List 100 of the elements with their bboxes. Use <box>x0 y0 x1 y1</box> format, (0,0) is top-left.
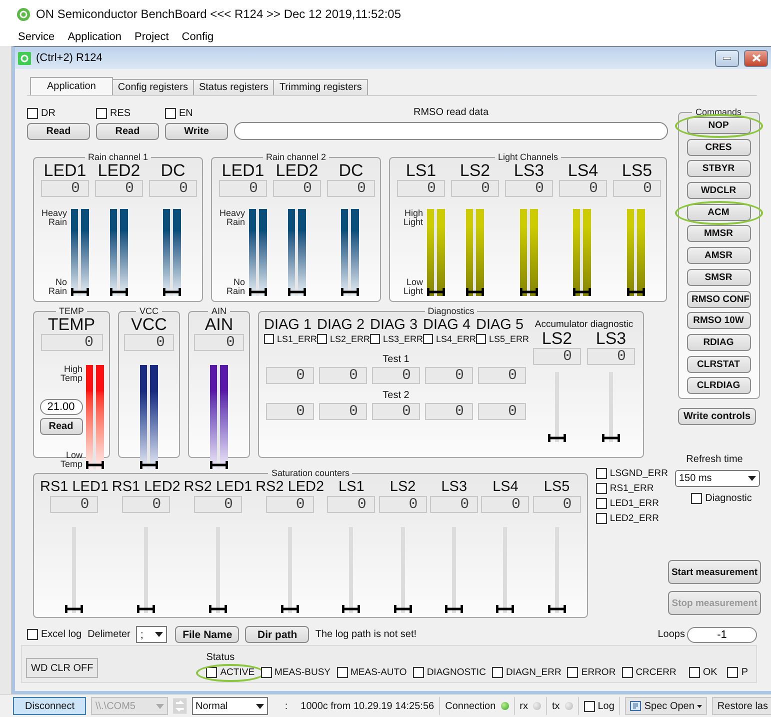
checkbox[interactable] <box>264 334 274 344</box>
checkbox[interactable] <box>412 667 424 678</box>
register-button[interactable]: Write <box>165 123 228 140</box>
checkbox[interactable] <box>336 667 348 678</box>
command-button[interactable]: AMSR <box>686 247 750 264</box>
command-button[interactable]: STBYR <box>686 160 750 178</box>
slider-handle[interactable] <box>466 288 484 296</box>
checkbox[interactable] <box>27 629 38 640</box>
spec-open-button[interactable]: Spec Open <box>625 697 708 715</box>
menu-item[interactable]: Project <box>134 31 169 43</box>
checkbox[interactable] <box>165 108 176 119</box>
checkbox[interactable] <box>96 108 107 119</box>
checkbox[interactable] <box>596 468 607 479</box>
channel-label: VCC <box>131 316 167 334</box>
checkbox[interactable] <box>584 700 595 712</box>
slider-handle[interactable] <box>65 605 84 613</box>
slider-handle[interactable] <box>548 605 566 613</box>
refresh-dropdown[interactable]: 150 ms <box>675 470 760 487</box>
slider-handle[interactable] <box>280 605 299 613</box>
slider-handle[interactable] <box>427 288 445 296</box>
slider-handle[interactable] <box>110 288 128 296</box>
mode-dropdown[interactable]: Normal <box>192 697 268 715</box>
command-button[interactable]: CLRSTAT <box>686 356 750 373</box>
channel-label: LS2 <box>390 478 416 496</box>
restore-button[interactable]: Restore las <box>712 697 771 715</box>
checkbox[interactable] <box>596 513 607 524</box>
register-button[interactable]: Read <box>27 123 90 140</box>
menu-item[interactable]: Service <box>18 31 55 43</box>
slider-handle[interactable] <box>520 288 538 296</box>
temperature-field[interactable]: 21.00 <box>40 399 82 415</box>
lcd-display: 0 <box>41 180 89 197</box>
tab[interactable]: Status registers <box>192 79 274 95</box>
dropdown-arrow-icon <box>748 476 756 481</box>
command-button[interactable]: SMSR <box>686 268 750 286</box>
slider-handle[interactable] <box>602 434 620 442</box>
checkbox[interactable] <box>596 483 607 494</box>
slider-handle[interactable] <box>86 461 104 469</box>
command-button[interactable]: NOP <box>686 117 750 134</box>
log-button[interactable]: Dir path <box>245 626 310 643</box>
checkbox[interactable] <box>691 493 702 504</box>
checkbox[interactable] <box>27 108 38 119</box>
slider-handle[interactable] <box>627 288 646 296</box>
slider-handle[interactable] <box>163 288 182 296</box>
command-button[interactable]: RDIAG <box>686 334 750 351</box>
menu-item[interactable]: Application <box>68 31 122 43</box>
wd-clr-button[interactable]: WD CLR OFF <box>26 658 98 678</box>
checkbox[interactable] <box>317 334 327 344</box>
slider-handle[interactable] <box>71 288 89 296</box>
close-button[interactable] <box>744 50 768 66</box>
slider-handle[interactable] <box>249 288 267 296</box>
checkbox[interactable] <box>206 667 218 678</box>
minimize-button[interactable] <box>715 50 739 66</box>
checkbox[interactable] <box>492 667 503 678</box>
slider-handle[interactable] <box>548 434 566 442</box>
write-controls-button[interactable]: Write controls <box>678 408 756 425</box>
register-button[interactable]: Read <box>96 123 159 140</box>
window-icon <box>18 52 31 64</box>
read-button[interactable]: Read <box>40 418 82 435</box>
rmso-data-field[interactable] <box>234 122 668 140</box>
tab[interactable]: Application <box>30 77 113 95</box>
checkbox[interactable] <box>370 334 380 344</box>
slider-handle[interactable] <box>137 605 156 613</box>
slider-handle[interactable] <box>208 605 227 613</box>
log-button[interactable]: File Name <box>175 626 240 643</box>
slider-handle[interactable] <box>573 288 592 296</box>
checkbox[interactable] <box>260 667 272 678</box>
checkbox[interactable] <box>423 334 433 344</box>
measurement-button[interactable]: Start measurement <box>668 560 761 584</box>
slider-handle[interactable] <box>496 605 514 613</box>
slider-handle[interactable] <box>445 605 464 613</box>
lcd-display: 0 <box>481 496 530 513</box>
delimiter-dropdown[interactable]: ; <box>136 626 168 643</box>
checkbox[interactable] <box>567 667 578 678</box>
checkbox[interactable] <box>688 667 700 678</box>
tab[interactable]: Config registers <box>112 79 194 95</box>
channel-label: LS1 <box>406 162 436 180</box>
checkbox[interactable] <box>727 667 738 678</box>
slider-handle[interactable] <box>342 605 360 613</box>
checkbox[interactable] <box>622 667 633 678</box>
menu-item[interactable]: Config <box>182 31 214 43</box>
slider-handle[interactable] <box>288 288 306 296</box>
tab[interactable]: Trimming registers <box>273 79 368 95</box>
lcd-display: 0 <box>40 334 102 351</box>
command-button[interactable]: CRES <box>686 138 750 156</box>
dropdown-arrow-icon <box>256 704 264 708</box>
command-button[interactable]: ACM <box>686 204 750 221</box>
slider-handle[interactable] <box>341 288 360 296</box>
loops-field[interactable]: -1 <box>687 626 757 642</box>
checkbox[interactable] <box>596 498 607 509</box>
disconnect-button[interactable]: Disconnect <box>13 697 86 715</box>
slider-handle[interactable] <box>140 461 158 469</box>
lcd-display: 0 <box>533 348 581 365</box>
checkbox[interactable] <box>476 334 486 344</box>
command-button[interactable]: WDCLR <box>686 182 750 200</box>
command-button[interactable]: MMSR <box>686 225 750 242</box>
command-button[interactable]: RMSO CONF <box>686 290 750 308</box>
slider-handle[interactable] <box>394 605 412 613</box>
command-button[interactable]: RMSO 10W <box>686 312 750 330</box>
slider-handle[interactable] <box>210 461 228 469</box>
command-button[interactable]: CLRDIAG <box>686 377 750 394</box>
